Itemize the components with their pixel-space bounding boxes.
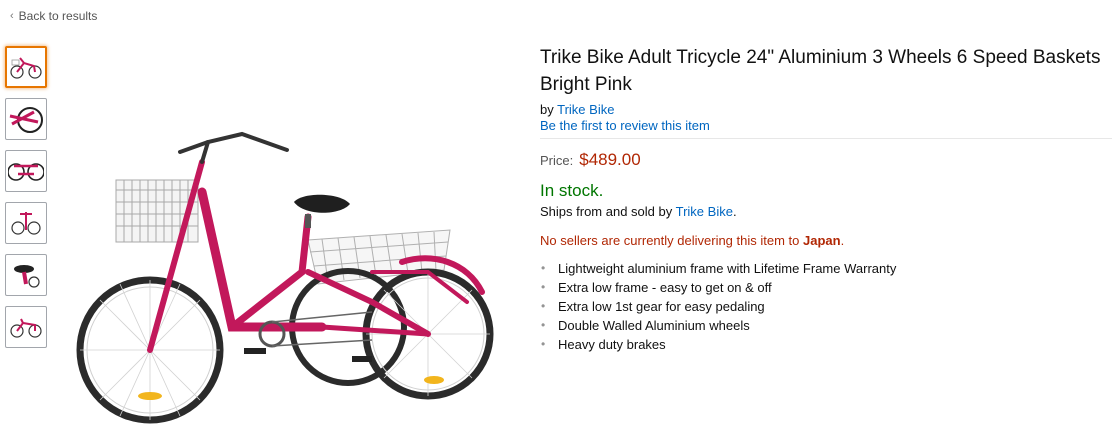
bike-frontview-thumbnail [11,212,41,235]
ships-from: Ships from and sold by Trike Bike. [540,204,1110,219]
review-link[interactable]: Be the first to review this item [540,118,1110,133]
seat [294,194,350,228]
delivery-notice-suffix: . [840,233,845,248]
thumbnail-list [5,46,47,358]
seller-link[interactable]: Trike Bike [676,204,733,219]
delivery-country: Japan [803,233,841,248]
feature-list: Lightweight aluminium frame with Lifetim… [540,259,1110,354]
thumbnail-6[interactable] [5,306,47,348]
by-prefix: by [540,102,554,117]
price-row: Price: $489.00 [540,150,1110,170]
thumbnail-2[interactable] [5,98,47,140]
back-to-results-label: Back to results [18,9,98,23]
handlebar [178,131,289,164]
feature-item: Heavy duty brakes [540,335,1110,354]
brand-link[interactable]: Trike Bike [557,102,614,117]
feature-item: Lightweight aluminium frame with Lifetim… [540,259,1110,278]
stock-status: In stock. [540,181,604,200]
bike-front-thumbnail [10,57,42,79]
product-details: Trike Bike Adult Tricycle 24" Aluminium … [540,44,1112,354]
feature-item: Extra low 1st gear for easy pedaling [540,297,1110,316]
tricycle-image [76,131,494,424]
ships-prefix: Ships from and sold by [540,204,673,219]
delivery-notice: No sellers are currently delivering this… [540,233,1110,248]
thumbnail-4[interactable] [5,202,47,244]
feature-item: Double Walled Aluminium wheels [540,316,1110,335]
bike-rear-thumbnail [8,163,44,181]
price-label: Price: [540,153,574,168]
thumbnail-3[interactable] [5,150,47,192]
delivery-notice-text: No sellers are currently delivering this… [540,233,800,248]
price-value: $489.00 [579,150,641,169]
chevron-left-icon: ‹ [10,10,14,22]
back-to-results-link[interactable]: ‹ Back to results [10,9,97,23]
feature-item: Extra low frame - easy to get on & off [540,278,1110,297]
thumbnail-5[interactable] [5,254,47,296]
bike-side-thumbnail [10,318,42,338]
bike-seat-thumbnail [14,265,40,288]
main-product-image[interactable] [72,122,497,427]
bike-wheel-thumbnail [9,107,43,133]
byline: by Trike Bike [540,102,1110,117]
thumbnail-1[interactable] [5,46,47,88]
ships-suffix: . [732,204,737,219]
divider [540,138,1112,139]
product-title: Trike Bike Adult Tricycle 24" Aluminium … [540,47,1101,95]
